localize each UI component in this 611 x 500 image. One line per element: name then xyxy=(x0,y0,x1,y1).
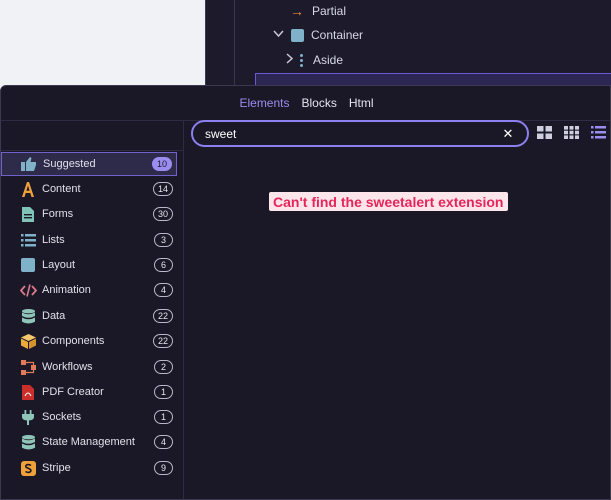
tab-blocks[interactable]: Blocks xyxy=(302,96,337,110)
count-badge: 1 xyxy=(154,410,173,424)
count-badge: 4 xyxy=(154,435,173,449)
search-input[interactable] xyxy=(193,126,501,141)
letter-a-icon xyxy=(19,180,37,198)
sidebar-item-label: Workflows xyxy=(42,361,93,373)
count-badge: 30 xyxy=(152,207,173,221)
count-badge: 9 xyxy=(154,461,173,475)
chevron-right-icon[interactable] xyxy=(282,53,296,67)
count-badge: 22 xyxy=(152,309,173,323)
stripe-icon xyxy=(19,459,37,477)
sidebar-item-label: Components xyxy=(42,335,105,347)
count-badge: 6 xyxy=(154,258,173,272)
sidebar-item-label: Forms xyxy=(42,208,74,220)
tree-divider xyxy=(205,0,206,86)
sidebar-item-workflows[interactable]: Workflows 2 xyxy=(1,355,177,379)
sidebar-item-label: Animation xyxy=(42,284,91,296)
sidebar-item-sockets[interactable]: Sockets 1 xyxy=(1,405,177,429)
tree-item-label: Container xyxy=(311,28,364,42)
tree-item-label: Aside xyxy=(313,53,344,67)
view-toggle-group xyxy=(536,124,607,141)
sidebar-item-label: Data xyxy=(42,310,66,322)
list-view-icon[interactable] xyxy=(590,124,607,141)
sidebar-item-lists[interactable]: Lists 3 xyxy=(1,228,177,252)
small-grid-icon[interactable] xyxy=(563,124,580,141)
panel-tabs: Elements Blocks Html xyxy=(1,86,610,120)
square-icon xyxy=(19,256,37,274)
workflow-icon xyxy=(19,358,37,376)
database-icon xyxy=(19,307,37,325)
sidebar-item-label: Lists xyxy=(42,234,65,246)
sidebar-item-label: State Management xyxy=(42,436,135,448)
plug-icon xyxy=(19,408,37,426)
sidebar-item-components[interactable]: Components 22 xyxy=(1,329,177,353)
sidebar-item-animation[interactable]: Animation 4 xyxy=(1,278,177,302)
tab-elements[interactable]: Elements xyxy=(239,96,289,110)
sidebar-item-label: Stripe xyxy=(42,462,71,474)
search-box: ✕ xyxy=(191,120,529,147)
chevron-down-icon[interactable] xyxy=(271,29,285,41)
sidebar-item-stripe[interactable]: Stripe 9 xyxy=(1,456,177,480)
sidebar-item-pdf-creator[interactable]: PDF Creator 1 xyxy=(1,380,177,404)
sidebar-item-label: Suggested xyxy=(43,158,96,170)
count-badge: 10 xyxy=(151,157,172,171)
sidebar-item-forms[interactable]: Forms 30 xyxy=(1,202,177,226)
sidebar-item-label: Sockets xyxy=(42,411,82,423)
count-badge: 22 xyxy=(152,334,173,348)
document-icon xyxy=(19,205,37,223)
close-icon[interactable]: ✕ xyxy=(501,126,515,141)
sidebar-item-state-management[interactable]: State Management 4 xyxy=(1,430,177,454)
database-icon xyxy=(19,433,37,451)
tree-item-aside[interactable]: Aside xyxy=(282,49,343,71)
large-grid-icon[interactable] xyxy=(536,124,553,141)
sidebar-item-suggested[interactable]: Suggested 10 xyxy=(1,152,177,176)
tree-item-container[interactable]: Container xyxy=(271,24,363,46)
count-badge: 3 xyxy=(154,233,173,247)
tree-divider xyxy=(234,0,235,86)
thumbs-up-icon xyxy=(20,155,38,173)
count-badge: 4 xyxy=(154,283,173,297)
sidebar-item-data[interactable]: Data 22 xyxy=(1,304,177,328)
code-icon xyxy=(19,281,37,299)
container-icon xyxy=(291,28,304,42)
tree-item-partial[interactable]: → Partial xyxy=(290,0,346,22)
list-icon xyxy=(19,231,37,249)
tab-html[interactable]: Html xyxy=(349,96,374,110)
arrow-right-icon: → xyxy=(290,3,304,19)
sidebar-item-label: Layout xyxy=(42,259,76,271)
background-page xyxy=(0,0,205,86)
sidebar-item-label: PDF Creator xyxy=(42,386,104,398)
count-badge: 2 xyxy=(154,360,173,374)
annotation-label: Can't find the sweetalert extension xyxy=(269,192,508,211)
sidebar-item-content[interactable]: Content 14 xyxy=(1,177,177,201)
sidebar-item-layout[interactable]: Layout 6 xyxy=(1,253,177,277)
count-badge: 14 xyxy=(152,182,173,196)
tree-item-label: Partial xyxy=(312,4,347,18)
sidebar-header xyxy=(1,121,183,151)
pdf-icon xyxy=(19,383,37,401)
aside-icon xyxy=(300,53,303,67)
count-badge: 1 xyxy=(154,385,173,399)
sidebar-item-label: Content xyxy=(42,183,81,195)
box-icon xyxy=(19,332,37,350)
